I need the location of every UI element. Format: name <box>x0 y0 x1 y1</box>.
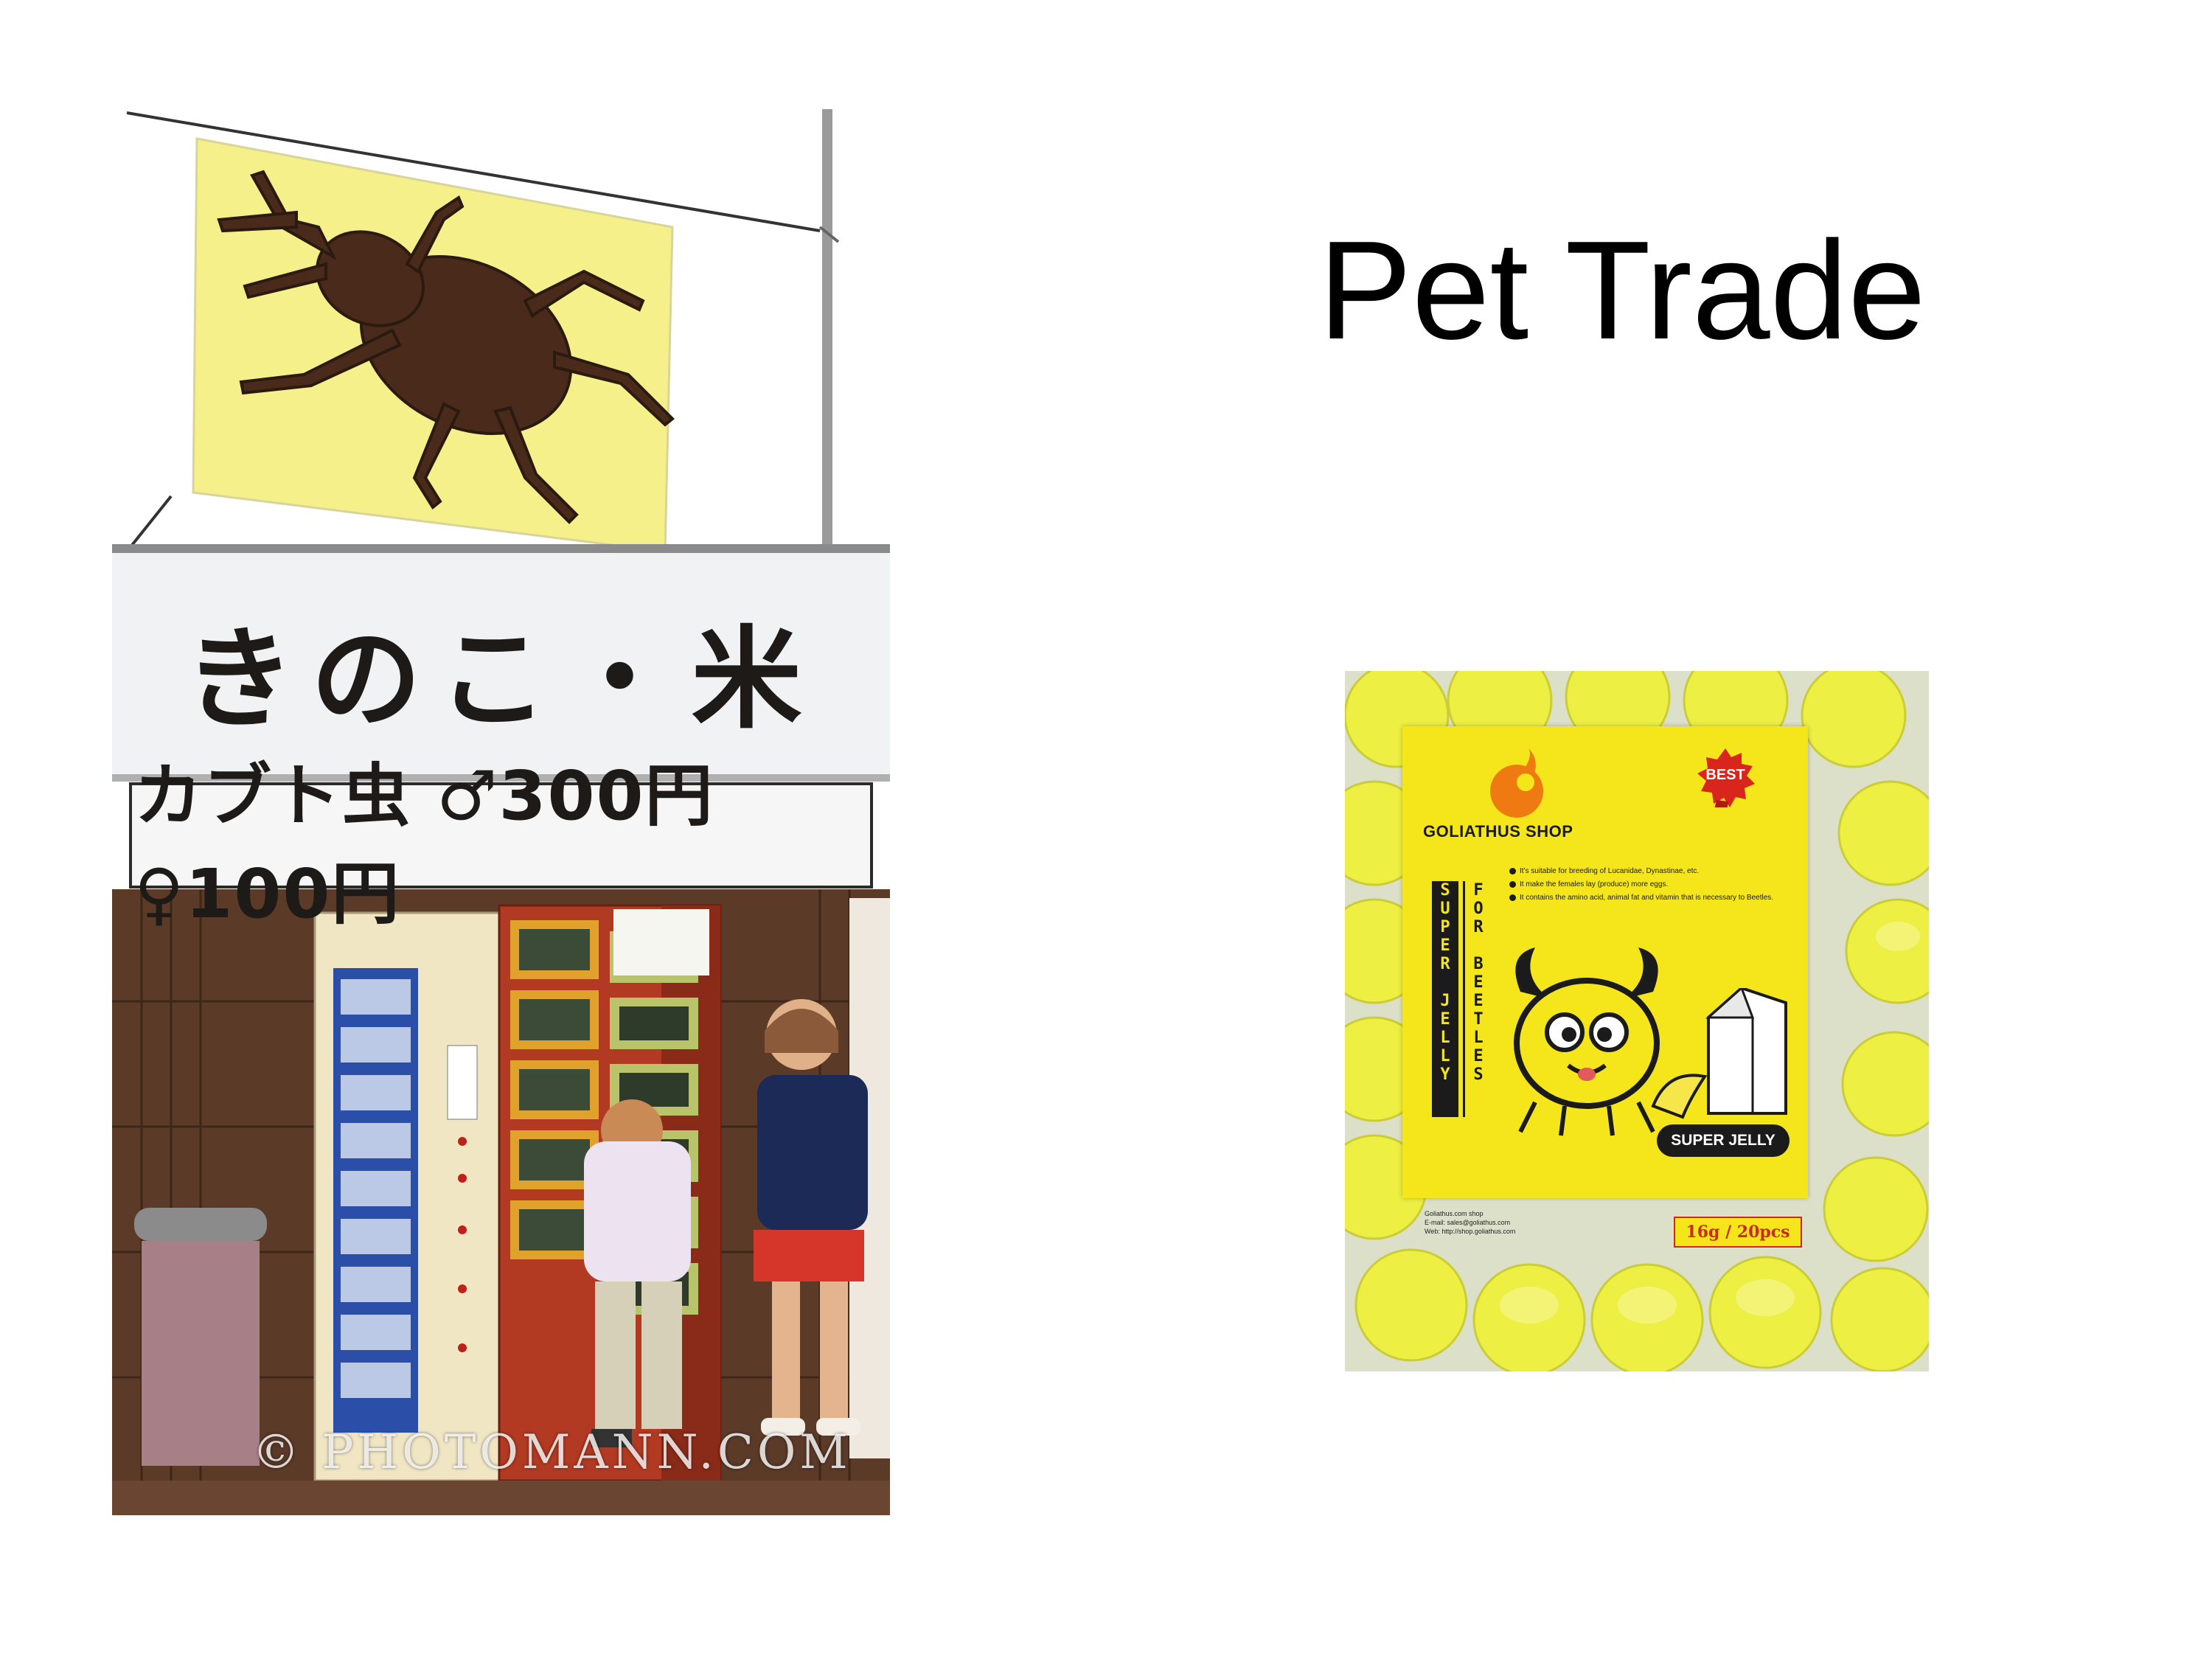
vertical-text-for-beetles: FOR BEETLES <box>1463 881 1492 1117</box>
feature-bullets: It's suitable for breeding of Lucanidae,… <box>1509 866 1790 906</box>
flag-wire-left <box>125 495 173 553</box>
vertical-text-super-jelly: SUPER JELLY <box>1432 881 1458 1117</box>
slide-title: Pet Trade <box>1318 212 1926 369</box>
shop-name: GOLIATHUS SHOP <box>1423 822 1573 841</box>
super-jelly-badge: SUPER JELLY <box>1657 1124 1790 1157</box>
beetle-vending-booth-photo: きのこ・米 カブト虫 ♂300円 ♀100円 © PHOTOMANN.COM <box>112 109 890 1515</box>
beetle-mascot-icon <box>1514 947 1660 1136</box>
trash-bin <box>142 1241 260 1466</box>
feature-bullet: It make the females lay (produce) more e… <box>1509 880 1790 889</box>
lower-sign-text: カブト虫 ♂300円 ♀100円 <box>134 757 714 933</box>
weight-label: 16g / 20pcs <box>1674 1217 1802 1248</box>
contact-info: Goliathus.com shop E-mail: sales@goliath… <box>1425 1209 1616 1236</box>
beetle-jelly-package-photo: GOLIATHUS SHOP BEST It's suitable for br… <box>1345 671 1929 1371</box>
booth-floor <box>112 1481 890 1515</box>
feature-bullet: It contains the amino acid, animal fat a… <box>1509 893 1790 902</box>
feature-bullet: It's suitable for breeding of Lucanidae,… <box>1509 866 1790 876</box>
contact-line: E-mail: sales@goliathus.com <box>1425 1219 1511 1226</box>
contact-line: Goliathus.com shop <box>1425 1210 1484 1217</box>
milk-carton-icon <box>1651 988 1787 1119</box>
slide: Pet Trade きのこ・米 カブト虫 ♂300円 © PHOTOMANN.C… <box>0 0 2212 1659</box>
contact-line: Web: http://shop.goliathus.com <box>1425 1228 1516 1235</box>
goliathus-logo-icon <box>1490 748 1543 818</box>
trash-bin-lid <box>134 1208 267 1241</box>
photo-watermark: © PHOTOMANN.COM <box>252 1425 852 1480</box>
jelly-label: GOLIATHUS SHOP BEST It's suitable for br… <box>1402 726 1808 1248</box>
best-badge-text: BEST <box>1705 767 1745 783</box>
